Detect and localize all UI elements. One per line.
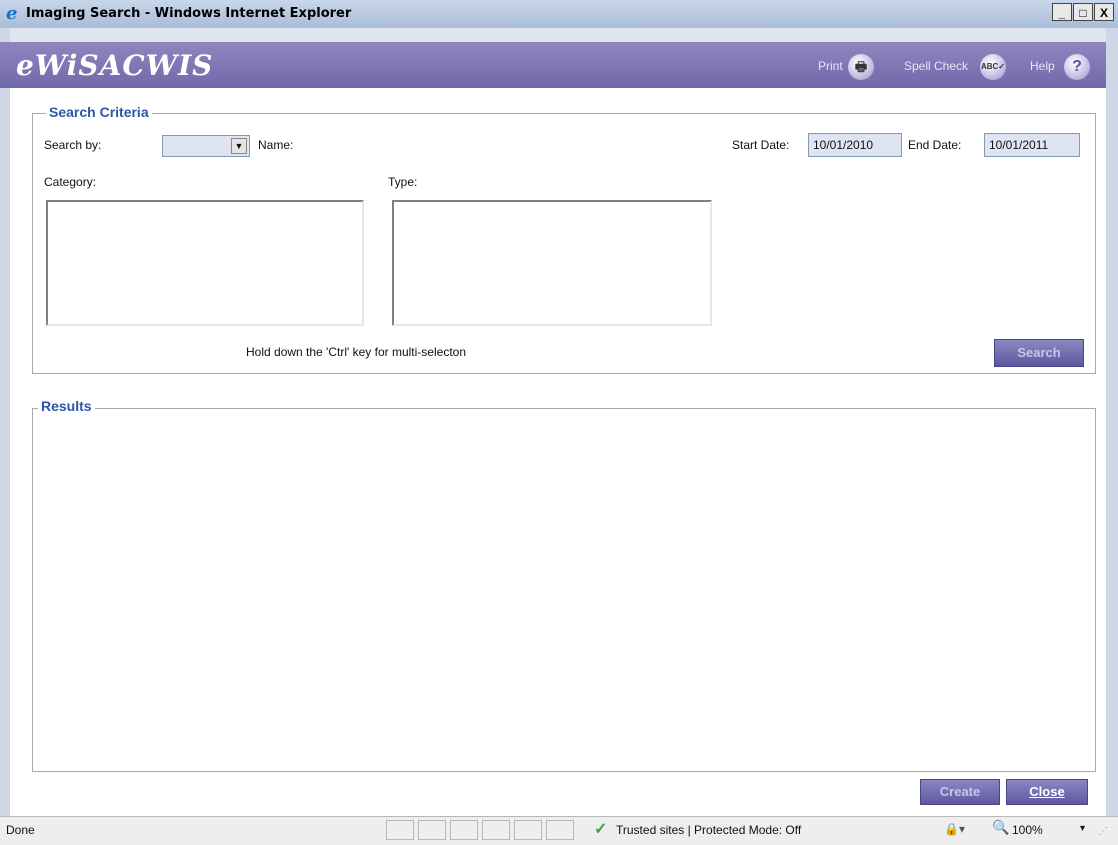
zoom-dropdown-icon[interactable]: ▾ <box>1080 823 1085 834</box>
zoom-icon[interactable]: 🔍 <box>992 819 1009 836</box>
status-text: Done <box>6 823 35 837</box>
multi-select-hint: Hold down the 'Ctrl' key for multi-selec… <box>246 345 467 359</box>
window-frame-right <box>1106 28 1118 816</box>
search-by-label: Search by: <box>44 138 102 152</box>
name-label: Name: <box>258 138 294 152</box>
results-legend: Results <box>38 398 95 414</box>
maximize-button[interactable]: □ <box>1073 3 1093 21</box>
security-zone-text[interactable]: Trusted sites | Protected Mode: Off <box>616 823 801 837</box>
status-segment <box>386 820 414 840</box>
spellcheck-icon[interactable]: ABC✓ <box>980 54 1006 80</box>
close-window-button[interactable]: X <box>1094 3 1114 21</box>
window-frame-left <box>0 28 10 816</box>
status-segment <box>450 820 478 840</box>
internet-explorer-icon: e <box>6 3 18 24</box>
help-icon[interactable]: ? <box>1064 54 1090 80</box>
zoom-level[interactable]: 100% <box>1012 823 1043 837</box>
end-date-field[interactable]: 10/01/2011 <box>984 133 1080 157</box>
chevron-down-icon[interactable]: ▼ <box>231 138 247 154</box>
status-segment <box>546 820 574 840</box>
end-date-label: End Date: <box>908 138 962 152</box>
search-button[interactable]: Search <box>994 339 1084 367</box>
start-date-field[interactable]: 10/01/2010 <box>808 133 902 157</box>
status-segment <box>482 820 510 840</box>
window-title: Imaging Search - Windows Internet Explor… <box>26 6 352 21</box>
status-segment <box>418 820 446 840</box>
start-date-label: Start Date: <box>732 138 790 152</box>
category-listbox[interactable] <box>46 200 364 326</box>
resize-grip-icon[interactable]: ⋰ <box>1098 826 1108 837</box>
results-panel <box>32 408 1096 772</box>
status-segment <box>514 820 542 840</box>
print-link[interactable]: Print <box>818 59 843 73</box>
help-link[interactable]: Help <box>1030 59 1055 73</box>
window-frame-top <box>0 28 1118 42</box>
close-button[interactable]: Close <box>1006 779 1088 805</box>
create-button[interactable]: Create <box>920 779 1000 805</box>
type-listbox[interactable] <box>392 200 712 326</box>
search-criteria-legend: Search Criteria <box>46 104 152 120</box>
category-label: Category: <box>44 175 97 189</box>
minimize-button[interactable]: _ <box>1052 3 1072 21</box>
printer-icon[interactable]: 🖶 <box>848 54 874 80</box>
app-logo: eWiSACWIS <box>16 49 214 82</box>
search-by-select[interactable]: ▼ <box>162 135 250 157</box>
checkmark-icon: ✓ <box>594 821 608 838</box>
spell-check-link[interactable]: Spell Check <box>904 59 968 73</box>
protected-mode-icon[interactable]: 🔒▾ <box>944 822 965 836</box>
window-title-bar[interactable]: e Imaging Search - Windows Internet Expl… <box>0 0 1118 29</box>
type-label: Type: <box>388 175 418 189</box>
